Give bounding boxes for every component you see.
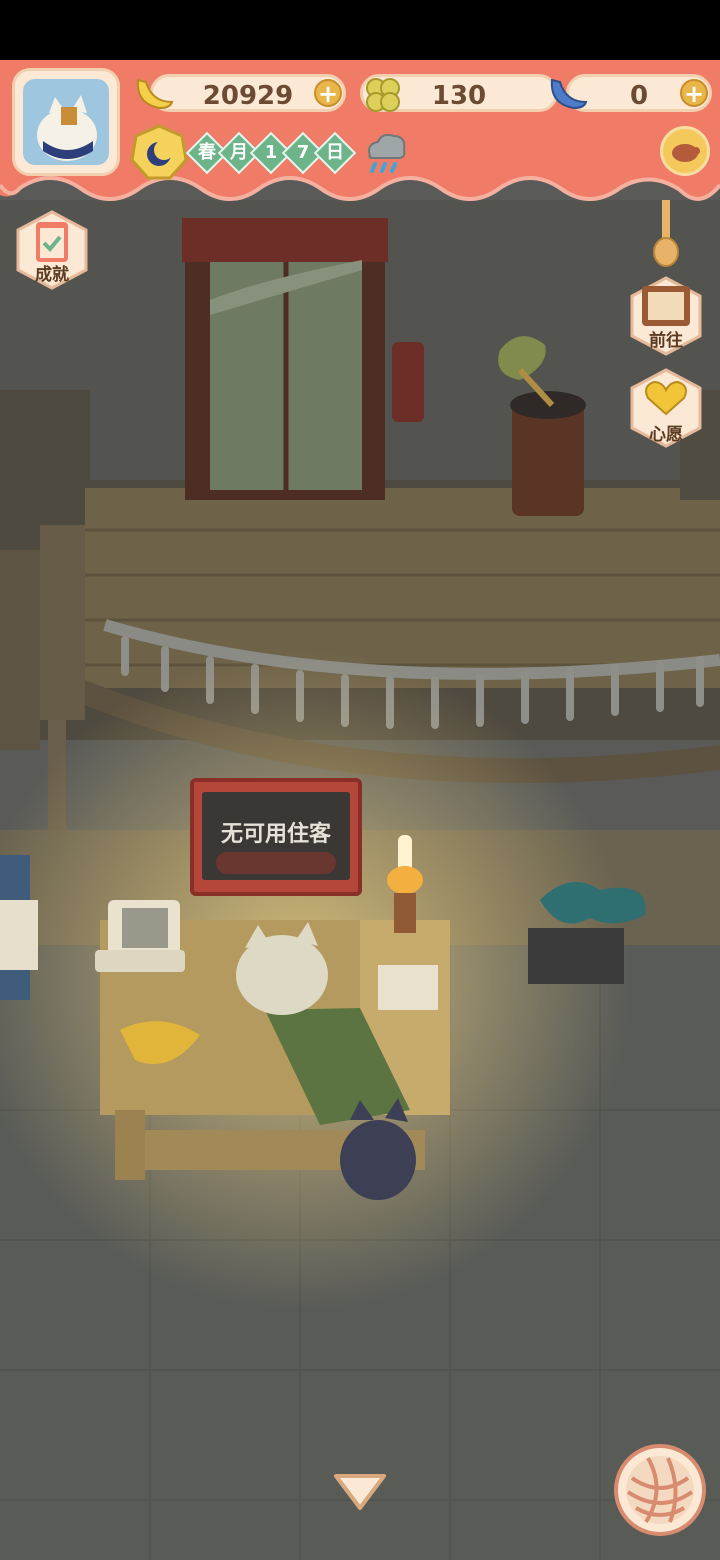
blue-banana-icon	[550, 78, 588, 110]
piggy-icon	[672, 144, 700, 162]
piggy-bank-button[interactable]	[660, 126, 710, 176]
goto-label: 前往	[649, 331, 683, 351]
cat-avatar-icon	[23, 79, 109, 165]
achievement-button[interactable]: 成就	[12, 210, 92, 290]
sign-progress-bar	[216, 852, 336, 874]
wish-label: 心愿	[649, 425, 683, 445]
player-avatar[interactable]	[12, 68, 120, 176]
clover-icon	[366, 78, 400, 112]
calendar-icon[interactable]	[130, 124, 188, 182]
banana-icon	[136, 78, 174, 110]
status-bar	[0, 0, 720, 60]
yarn-ball-icon	[626, 1456, 694, 1524]
game-screen: 20929 + 130 0 + 春 月 1 7 日 成就 前往 心愿 无可用住客	[0, 0, 720, 1560]
achievement-label: 成就	[35, 265, 69, 285]
date-day-char: 日	[326, 142, 344, 163]
add-banana-button[interactable]: +	[314, 79, 342, 107]
rope-pull-icon[interactable]	[648, 200, 684, 270]
rain-cloud-icon	[368, 133, 406, 173]
wish-button[interactable]: 心愿	[626, 368, 706, 448]
no-guest-text: 无可用住客	[220, 822, 331, 847]
yarn-ball-button[interactable]	[614, 1444, 706, 1536]
scroll-down-arrow-icon[interactable]	[332, 1470, 388, 1514]
date-display: 春 月 1 7 日	[185, 126, 357, 180]
goto-button[interactable]: 前往	[626, 276, 706, 356]
reception-sign[interactable]: 无可用住客	[190, 778, 362, 896]
add-special-banana-button[interactable]: +	[680, 79, 708, 107]
